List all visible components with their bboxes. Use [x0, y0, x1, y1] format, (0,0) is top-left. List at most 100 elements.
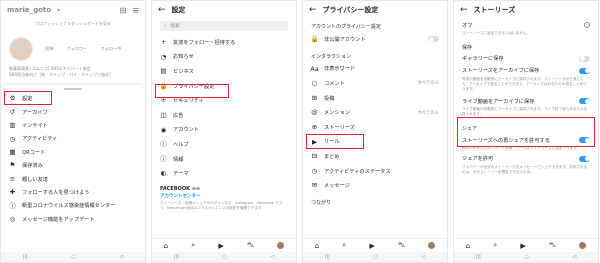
- private-account-toggle[interactable]: [428, 36, 439, 43]
- menu-item-discover-people[interactable]: ✚ フォローする人を見つけよう: [1, 186, 145, 199]
- system-menu-icon[interactable]: |||: [174, 254, 179, 260]
- system-home-icon[interactable]: ○: [373, 254, 377, 260]
- menu-label: 親しい友達: [22, 176, 48, 183]
- stat-posts[interactable]: 投稿: [45, 46, 53, 52]
- system-back-icon[interactable]: ◁: [119, 254, 123, 260]
- menu-item-settings[interactable]: ⚙ 設定: [1, 92, 145, 105]
- save-live-archive-row[interactable]: ライブ動画をアーカイブに保存: [454, 95, 598, 107]
- shop-icon[interactable]: ⛍: [398, 241, 405, 250]
- search-icon[interactable]: ⌕: [342, 241, 346, 250]
- menu-item-insights[interactable]: ▥ インサイト: [1, 119, 145, 132]
- menu-label: 設定: [22, 96, 33, 103]
- search-icon[interactable]: ⌕: [191, 241, 195, 250]
- comment-icon: ○: [311, 79, 318, 88]
- menu-item-saved[interactable]: ⚑ 保存済み: [1, 159, 145, 172]
- search-input[interactable]: ⌕ 検索: [160, 21, 288, 31]
- search-placeholder: 検索: [170, 24, 180, 29]
- username-dropdown-icon[interactable]: ▾: [57, 7, 60, 14]
- reels-icon[interactable]: ▶: [520, 242, 525, 250]
- save-to-gallery-toggle[interactable]: [579, 55, 590, 62]
- accounts-center-link[interactable]: アカウントセンター: [152, 193, 296, 201]
- privacy-item-hidden-words[interactable]: Aa 非表示ワード: [303, 62, 447, 77]
- privacy-label: リール: [324, 139, 340, 146]
- system-back-icon[interactable]: ◁: [421, 254, 425, 260]
- system-menu-icon[interactable]: |||: [23, 254, 28, 260]
- system-home-icon[interactable]: ○: [524, 254, 528, 260]
- shop-icon[interactable]: ⛍: [549, 241, 556, 250]
- system-back-icon[interactable]: ◁: [270, 254, 274, 260]
- stat-following[interactable]: フォロー中: [100, 46, 121, 52]
- allow-reshare-toggle[interactable]: [579, 137, 590, 144]
- home-icon[interactable]: ⌂: [315, 242, 319, 250]
- search-icon: ⌕: [164, 24, 167, 29]
- avatar[interactable]: [277, 242, 285, 249]
- privacy-item-mentions[interactable]: @ メンション すべての人: [303, 105, 447, 120]
- settings-item-notifications[interactable]: ◔ お知らせ: [152, 50, 296, 65]
- stat-followers[interactable]: フォロワー: [66, 46, 87, 52]
- username[interactable]: marie_goto: [7, 6, 51, 14]
- settings-item-theme[interactable]: ◐ テーマ: [152, 166, 296, 181]
- system-home-icon[interactable]: ○: [71, 254, 75, 260]
- menu-icon[interactable]: ≡: [132, 6, 139, 15]
- profile-header: marie_goto ▾ ⊞ ≡ プロフェッショナルダッシュボードを見る 投稿 …: [1, 1, 145, 83]
- pro-dashboard-link[interactable]: プロフェッショナルダッシュボードを見る: [1, 21, 145, 27]
- menu-item-archive[interactable]: ↺ アーカイブ: [1, 105, 145, 118]
- section-share: シェア: [462, 126, 478, 133]
- profile-avatar[interactable]: [9, 37, 33, 61]
- shop-icon[interactable]: ⛍: [247, 241, 254, 250]
- privacy-item-posts[interactable]: ⊞ 投稿: [303, 91, 447, 106]
- guides-icon: ⊟: [311, 152, 318, 161]
- menu-item-covid-info[interactable]: ⓘ 新型コロナウイルス感染症情報センター: [1, 199, 145, 212]
- settings-item-about[interactable]: ⓘ 情報: [152, 152, 296, 167]
- back-arrow-icon[interactable]: ←: [309, 5, 317, 15]
- avatar[interactable]: [579, 242, 587, 249]
- avatar[interactable]: [428, 242, 436, 249]
- save-to-gallery-row[interactable]: ギャラリーに保存: [454, 53, 598, 65]
- settings-item-follow-invite[interactable]: + 友達をフォロー・招待する: [152, 35, 296, 50]
- menu-item-qr[interactable]: ▦ QRコード: [1, 146, 145, 159]
- menu-label: 保存済み: [22, 163, 43, 170]
- settings-item-help[interactable]: ⓘ ヘルプ: [152, 137, 296, 152]
- sheet-grip[interactable]: [64, 88, 82, 90]
- privacy-item-reels[interactable]: ▶ リール: [303, 135, 447, 150]
- privacy-item-stories[interactable]: ⊕ ストーリーズ: [303, 120, 447, 135]
- menu-item-close-friends[interactable]: ≡ 親しい友達: [1, 172, 145, 185]
- privacy-item-activity-status[interactable]: ◷ アクティビティのステータス: [303, 164, 447, 179]
- system-back-icon[interactable]: ◁: [572, 254, 576, 260]
- reply-off-row[interactable]: オフ: [454, 19, 598, 31]
- system-menu-icon[interactable]: |||: [476, 254, 481, 260]
- privacy-item-guides[interactable]: ⊟ まとめ: [303, 149, 447, 164]
- save-live-archive-toggle[interactable]: [579, 98, 590, 105]
- privacy-item-comments[interactable]: ○ コメント すべての人: [303, 76, 447, 91]
- back-arrow-icon[interactable]: ←: [460, 5, 468, 15]
- back-arrow-icon[interactable]: ←: [158, 5, 166, 15]
- add-icon[interactable]: ⊞: [120, 6, 127, 15]
- reels-icon[interactable]: ▶: [218, 242, 223, 250]
- allow-sharing-row[interactable]: シェアを許可: [454, 153, 598, 165]
- home-icon[interactable]: ⌂: [164, 242, 168, 250]
- settings-item-account[interactable]: ◉ アカウント: [152, 123, 296, 138]
- stories-topbar: ← ストーリーズ: [454, 1, 598, 19]
- allow-reshare-row[interactable]: ストーリーズへの再シェアを許可する: [454, 134, 598, 146]
- privacy-item-messages[interactable]: ✉ メッセージ: [303, 178, 447, 193]
- settings-item-security[interactable]: ⛨ セキュリティ: [152, 93, 296, 108]
- system-home-icon[interactable]: ○: [222, 254, 226, 260]
- allow-sharing-toggle[interactable]: [579, 155, 590, 162]
- reels-icon[interactable]: ▶: [369, 242, 374, 250]
- add-friend-icon: +: [160, 38, 167, 47]
- settings-item-ads[interactable]: ◫ 広告: [152, 108, 296, 123]
- settings-item-privacy[interactable]: 🔒 プライバシー設定: [152, 79, 296, 94]
- privacy-label: アクティビティのステータス: [324, 168, 391, 175]
- menu-item-activity[interactable]: ◷ アクティビティ: [1, 132, 145, 145]
- save-story-archive-toggle[interactable]: [579, 67, 590, 74]
- menu-label: メッセージ機能をアップデート: [22, 216, 95, 223]
- search-icon[interactable]: ⌕: [493, 241, 497, 250]
- settings-item-business[interactable]: ▤ ビジネス: [152, 64, 296, 79]
- settings-label: セキュリティ: [173, 98, 204, 105]
- save-story-archive-row[interactable]: ストーリーズをアーカイブに保存: [454, 65, 598, 77]
- private-account-row[interactable]: 🔒 非公開アカウント: [303, 32, 447, 47]
- reply-off-radio[interactable]: [584, 22, 590, 28]
- home-icon[interactable]: ⌂: [466, 242, 470, 250]
- menu-item-update-messaging[interactable]: ◎ メッセージ機能をアップデート: [1, 213, 145, 226]
- system-menu-icon[interactable]: |||: [325, 254, 330, 260]
